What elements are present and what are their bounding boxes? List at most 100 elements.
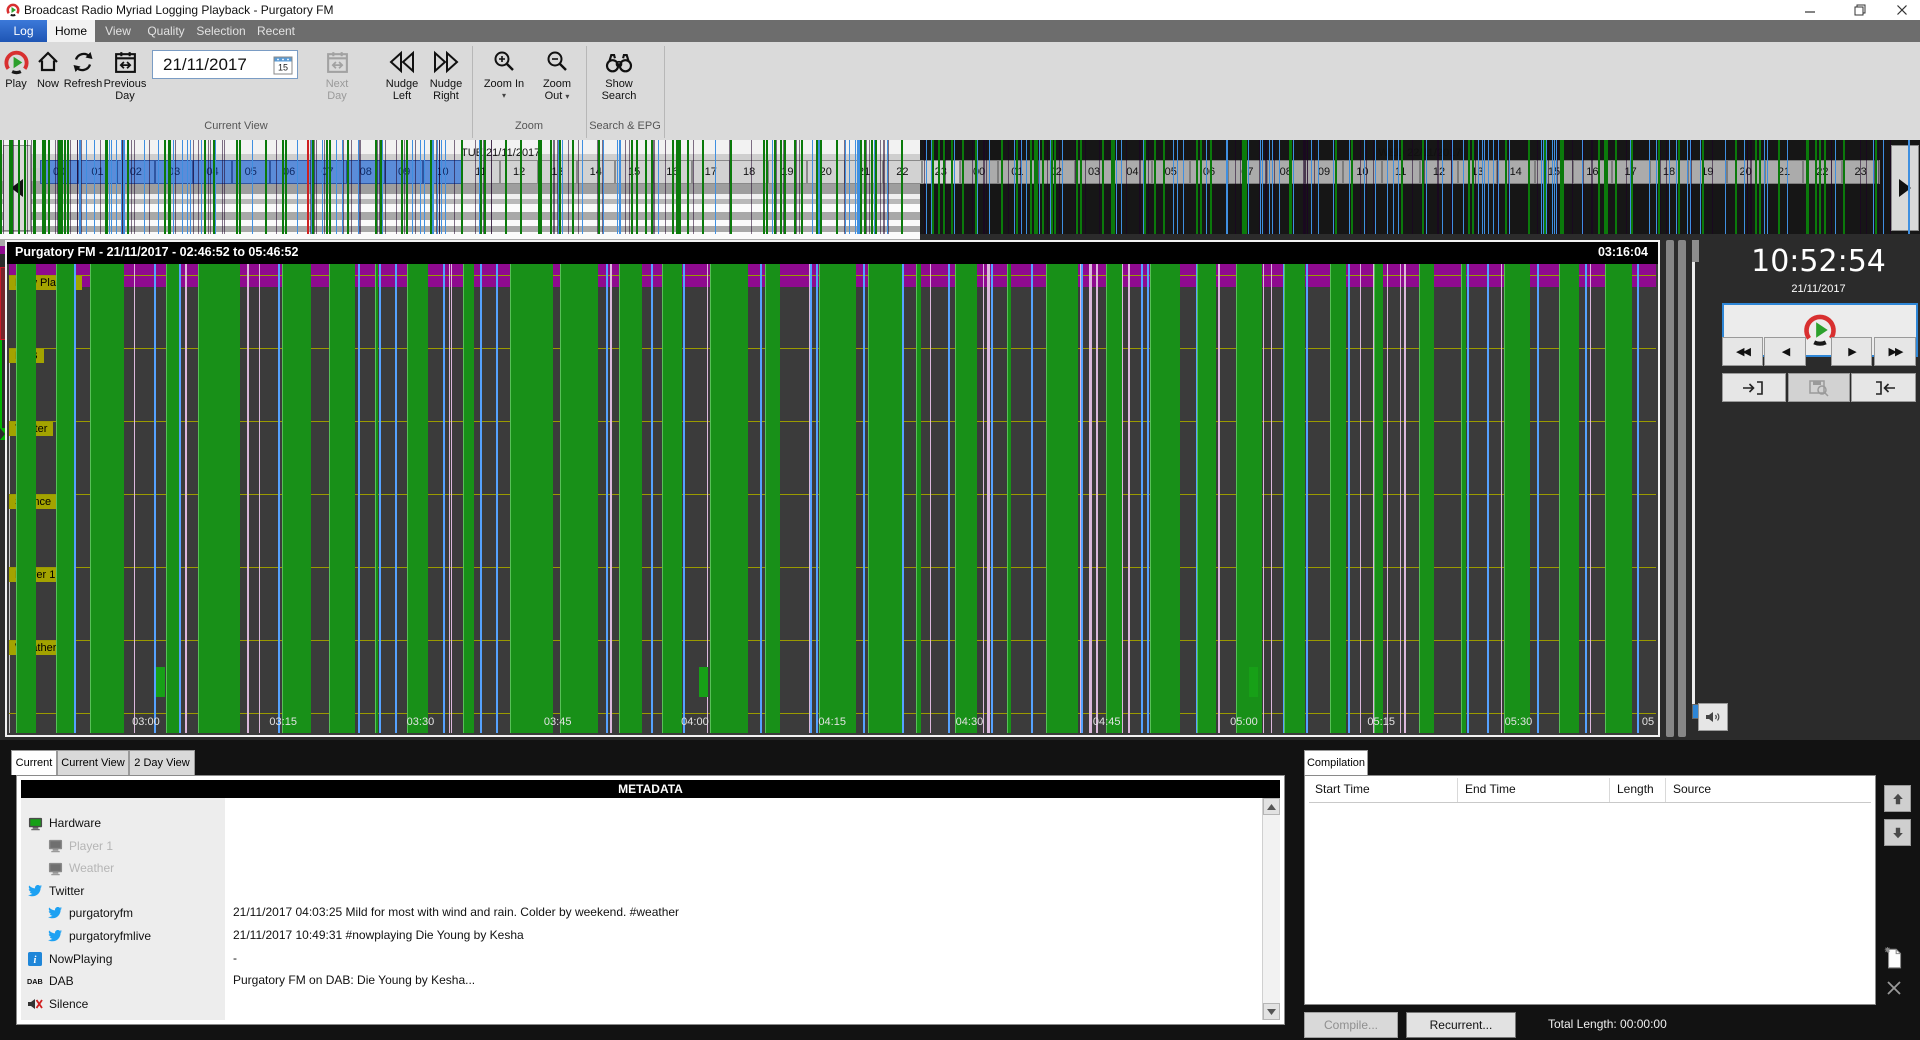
rewind-button[interactable]: ◀◀ xyxy=(1722,337,1763,366)
tree-item-purgatoryfm[interactable]: purgatoryfm xyxy=(21,902,225,924)
date-value[interactable]: 21/11/2017 xyxy=(153,55,273,75)
metadata-scrollbar[interactable] xyxy=(1262,798,1280,1020)
compile-button[interactable]: Compile... xyxy=(1304,1012,1398,1038)
log-view[interactable]: Purgatory FM - 21/11/2017 - 02:46:52 to … xyxy=(5,240,1660,737)
zoom-in-dropdown-arrow[interactable]: ▾ xyxy=(502,90,506,102)
close-button[interactable] xyxy=(1884,0,1920,20)
now-label: Now xyxy=(37,78,59,90)
tree-item-purgatoryfmlive[interactable]: purgatoryfmlive xyxy=(21,925,225,947)
volume-slider[interactable] xyxy=(1692,240,1726,737)
player1-block xyxy=(1106,314,1122,349)
fast-forward-icon: ▶▶ xyxy=(1889,345,1902,358)
twitter-tick xyxy=(443,287,445,314)
hour-cell-wed-21[interactable]: 21 xyxy=(1765,160,1803,184)
tree-item-nowplaying[interactable]: iNowPlaying xyxy=(21,948,225,970)
tab-2-day-view[interactable]: 2 Day View xyxy=(129,750,195,775)
delete-compilation-item-button[interactable] xyxy=(1886,980,1902,996)
ribbon-tab-home[interactable]: Home xyxy=(47,20,95,42)
player1-block xyxy=(1374,314,1383,349)
ribbon-tab-recent[interactable]: Recent xyxy=(251,20,301,42)
hour-cell-wed-00[interactable]: 00 xyxy=(960,160,998,184)
mute-button[interactable] xyxy=(1698,703,1728,731)
now-button[interactable]: Now xyxy=(32,46,64,90)
refresh-button[interactable]: Refresh xyxy=(64,46,102,90)
player1-block xyxy=(329,314,356,349)
zoom-in-button[interactable]: Zoom In ▾ xyxy=(476,46,532,102)
column-header-length[interactable]: Length xyxy=(1617,782,1654,796)
zoom-in-label: Zoom In xyxy=(484,78,524,90)
dab-gap xyxy=(1590,264,1591,287)
scroll-down-button[interactable] xyxy=(1263,1003,1280,1020)
nudge-right-button[interactable]: Nudge Right xyxy=(424,46,468,102)
ribbon-tab-quality[interactable]: Quality xyxy=(141,20,191,42)
mark-in-icon xyxy=(1741,380,1767,396)
column-header-source[interactable]: Source xyxy=(1673,782,1711,796)
mark-out-button[interactable] xyxy=(1851,373,1916,402)
svg-text:i: i xyxy=(34,955,37,966)
twitter-icon xyxy=(27,883,43,899)
ribbon-tab-selection[interactable]: Selection xyxy=(191,20,251,42)
title-bar: Broadcast Radio Myriad Logging Playback … xyxy=(0,0,1920,20)
ribbon-tab-view[interactable]: View xyxy=(95,20,141,42)
player1-block xyxy=(1007,314,1010,349)
mark-in-button[interactable] xyxy=(1722,373,1786,402)
save-selection-button[interactable] xyxy=(1788,373,1850,402)
step-back-button[interactable]: ◀ xyxy=(1764,337,1806,366)
player1-block xyxy=(1197,314,1216,349)
two-day-timeline[interactable]: TUE 21/11/2017WED 22/11/2017000102030405… xyxy=(0,140,1920,234)
ribbon-tab-log[interactable]: Log xyxy=(0,20,48,42)
column-header-end-time[interactable]: End Time xyxy=(1465,782,1516,796)
player1-block xyxy=(375,314,378,349)
tab-current[interactable]: Current xyxy=(11,750,57,775)
tree-item-weather[interactable]: Weather xyxy=(21,857,225,879)
minimize-button[interactable] xyxy=(1790,0,1830,20)
tab-compilation[interactable]: Compilation xyxy=(1304,750,1368,775)
player1-block xyxy=(56,314,73,349)
twitter-tick xyxy=(863,287,865,314)
log-view-scrollbar[interactable] xyxy=(1666,240,1674,737)
timeline-scroll-right-button[interactable] xyxy=(1891,145,1919,231)
log-tracks-plot[interactable]: Now PlayingDABTwitterSilencePlayer 1Weat… xyxy=(9,264,1656,733)
compilation-list[interactable]: Start Time End Time Length Source xyxy=(1304,775,1876,1005)
new-compilation-button[interactable] xyxy=(1884,946,1904,970)
hour-cell-wed-19[interactable]: 19 xyxy=(1688,160,1726,184)
move-up-button[interactable] xyxy=(1884,785,1911,812)
previous-day-button[interactable]: Previous Day xyxy=(102,46,148,102)
metadata-box: METADATA HardwarePlayer 1WeatherTwitterp… xyxy=(16,775,1285,1025)
time-gridline xyxy=(9,349,10,733)
zoom-out-button[interactable]: Zoom Out ▾ xyxy=(532,46,582,103)
play-button[interactable]: Play xyxy=(0,46,32,90)
move-down-button[interactable] xyxy=(1884,819,1911,846)
tab-current-view[interactable]: Current View xyxy=(57,750,129,775)
tree-item-silence[interactable]: Silence xyxy=(21,993,225,1015)
tree-item-label: DAB xyxy=(49,974,74,988)
zoom-out-dropdown-arrow[interactable]: ▾ xyxy=(565,92,569,101)
column-header-start-time[interactable]: Start Time xyxy=(1315,782,1370,796)
calendar-prev-icon xyxy=(113,46,138,78)
app-icon xyxy=(6,3,20,17)
tree-item-twitter[interactable]: Twitter xyxy=(21,880,225,902)
nudge-left-button[interactable]: Nudge Left xyxy=(380,46,424,102)
step-forward-button[interactable]: ▶ xyxy=(1831,337,1872,366)
timeline-playhead[interactable] xyxy=(0,340,2,428)
log-view-scrollbar-2[interactable] xyxy=(1678,240,1686,737)
scroll-up-button[interactable] xyxy=(1263,798,1280,815)
tree-item-player-1[interactable]: Player 1 xyxy=(21,835,225,857)
step-back-icon: ◀ xyxy=(1782,345,1788,358)
refresh-icon xyxy=(71,46,95,78)
clock-date: 21/11/2017 xyxy=(1722,283,1915,295)
date-input[interactable]: 21/11/2017 15 xyxy=(152,50,298,79)
hour-cell-tue-17[interactable]: 17 xyxy=(692,160,730,184)
tree-item-hardware[interactable]: Hardware xyxy=(21,812,225,834)
tree-item-dab[interactable]: DABDAB xyxy=(21,970,225,992)
fast-forward-button[interactable]: ▶▶ xyxy=(1874,337,1916,366)
nudge-right-icon xyxy=(432,46,460,78)
recurrent-button[interactable]: Recurrent... xyxy=(1406,1012,1516,1038)
source-tree[interactable]: HardwarePlayer 1WeatherTwitterpurgatoryf… xyxy=(21,798,225,1020)
restore-button[interactable] xyxy=(1840,0,1880,20)
next-day-button[interactable]: Next Day xyxy=(316,46,358,102)
date-picker-icon[interactable]: 15 xyxy=(273,55,293,75)
hour-cell-wed-05[interactable]: 05 xyxy=(1152,160,1190,184)
tree-item-label: Weather xyxy=(69,861,114,875)
show-search-button[interactable]: Show Search xyxy=(590,46,648,102)
